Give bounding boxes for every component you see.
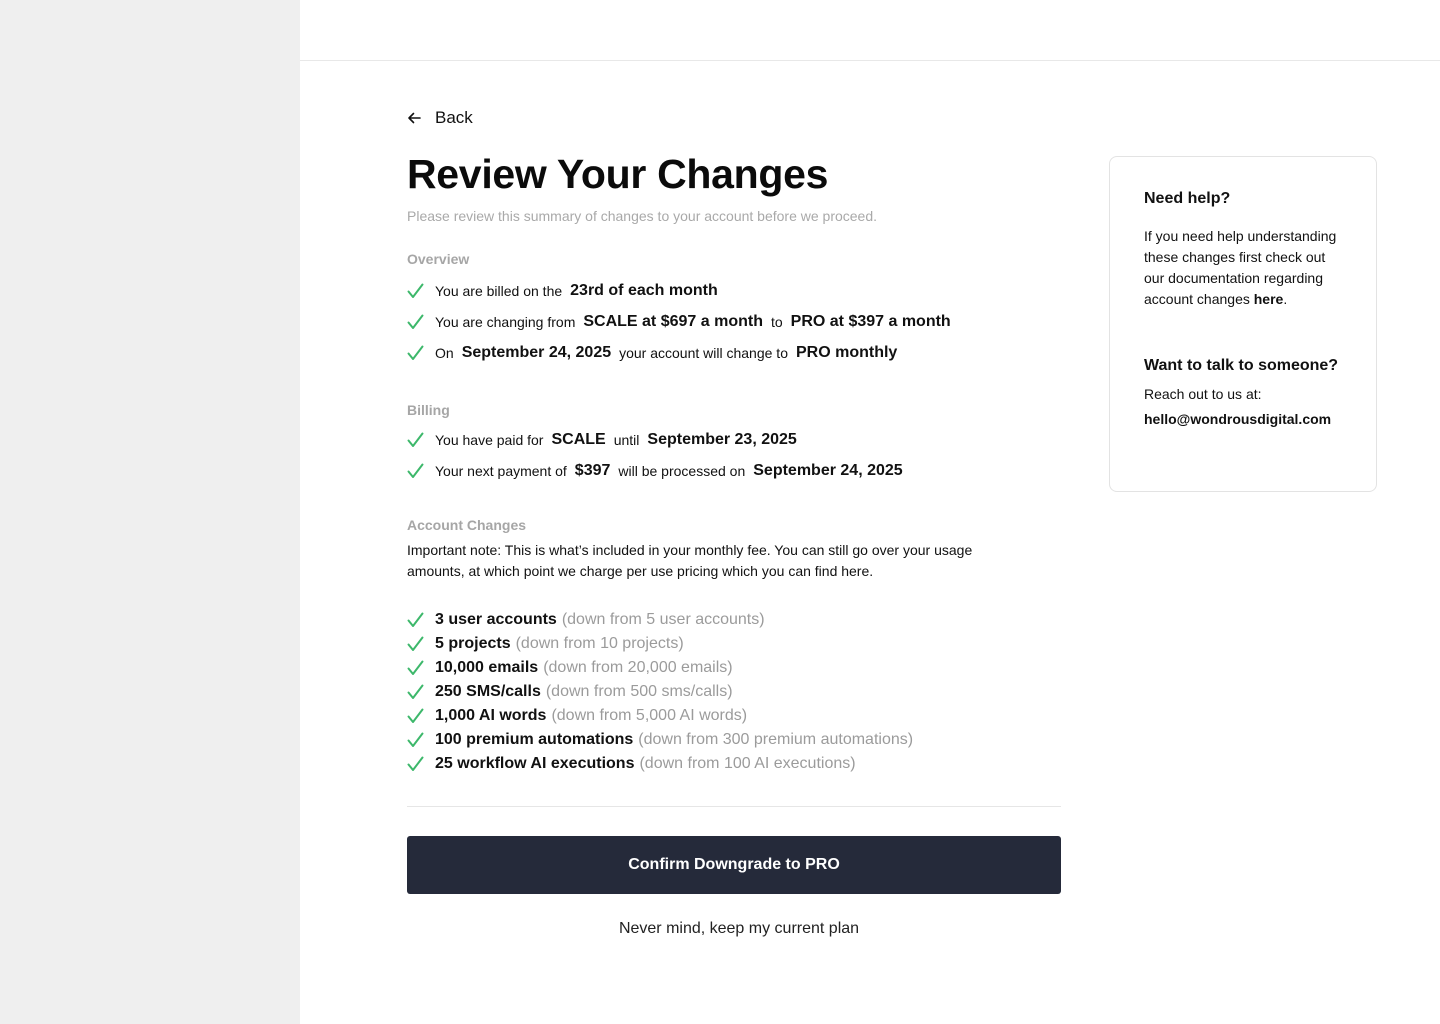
contact-text: Reach out to us at: [1144,386,1262,402]
back-label: Back [435,108,473,127]
usage-note: Important note: This is what’s included … [407,542,973,579]
feature-new-limit: 3 user accounts [435,611,557,628]
top-header-bar [300,0,1440,61]
feature-previous-limit: (down from 300 premium automations) [638,731,914,748]
row-text: to [770,313,783,330]
check-icon [407,314,435,330]
divider [407,806,1061,807]
overview-section-label: Overview [407,251,470,267]
feature-previous-limit: (down from 100 AI executions) [639,755,856,772]
feature-previous-limit: (down from 10 projects) [515,635,684,652]
list-item: 10,000 emails (down from 20,000 emails) [407,656,1067,680]
row-text: You are changing from [435,313,576,330]
list-item: 100 premium automations (down from 300 p… [407,728,1067,752]
check-icon [407,432,435,448]
feature-new-limit: 25 workflow AI executions [435,755,635,772]
review-changes-main: Back Review Your Changes Please review t… [407,100,1067,938]
row-text: your account will change to [619,344,788,361]
check-icon [407,732,435,748]
keep-current-plan-link[interactable]: Never mind, keep my current plan [407,920,1061,938]
row-text: Your next payment of [435,462,567,479]
feature-previous-limit: (down from 5,000 AI words) [551,707,748,724]
list-item: 1,000 AI words (down from 5,000 AI words… [407,704,1067,728]
confirm-downgrade-button[interactable]: Confirm Downgrade to PRO [407,836,1061,894]
billing-paid-row: You have paid for SCALE until September … [407,424,1067,455]
billing-next-payment-row: Your next payment of $397 will be proces… [407,455,1067,486]
list-item: 3 user accounts (down from 5 user accoun… [407,608,1067,632]
new-plan-value: PRO at $397 a month [790,312,951,330]
help-body: If you need help understanding these cha… [1144,226,1342,310]
billing-day-value: 23rd of each month [570,281,718,299]
help-title: Need help? [1144,190,1231,207]
billing-section-label: Billing [407,402,450,418]
check-icon [407,708,435,724]
check-icon [407,660,435,676]
back-link[interactable]: Back [407,100,1067,136]
check-icon [407,756,435,772]
paid-until-value: September 23, 2025 [647,430,797,448]
page-title: Review Your Changes [407,151,829,197]
list-item: 250 SMS/calls (down from 500 sms/calls) [407,680,1067,704]
check-icon [407,463,435,479]
overview-list: You are billed on the 23rd of each month… [407,275,1067,368]
contact-email-link[interactable]: hello@wondrousdigital.com [1144,410,1342,428]
feature-new-limit: 10,000 emails [435,659,539,676]
check-icon [407,684,435,700]
feature-new-limit: 1,000 AI words [435,707,547,724]
next-payment-amount: $397 [574,461,611,479]
effective-date-value: September 24, 2025 [461,343,612,361]
check-icon [407,636,435,652]
page-subtitle: Please review this summary of changes to… [407,208,878,224]
feature-previous-limit: (down from 5 user accounts) [561,611,765,628]
check-icon [407,283,435,299]
row-text: until [613,431,640,448]
check-icon [407,612,435,628]
feature-change-list: 3 user accounts (down from 5 user accoun… [407,608,1067,776]
feature-previous-limit: (down from 20,000 emails) [543,659,733,676]
overview-billing-date-row: You are billed on the 23rd of each month [407,275,1067,306]
contact-title: Want to talk to someone? [1144,357,1339,374]
overview-plan-change-row: You are changing from SCALE at $697 a mo… [407,306,1067,337]
check-icon [407,345,435,361]
arrow-left-icon [407,111,421,125]
current-plan-value: SCALE at $697 a month [583,312,763,330]
new-plan-name-value: PRO monthly [795,343,898,361]
next-payment-date: September 24, 2025 [753,461,903,479]
feature-new-limit: 100 premium automations [435,731,634,748]
paid-plan-value: SCALE [551,430,606,448]
feature-previous-limit: (down from 500 sms/calls) [545,683,733,700]
billing-list: You have paid for SCALE until September … [407,424,1067,486]
feature-new-limit: 250 SMS/calls [435,683,541,700]
help-body-period: . [1283,291,1288,307]
list-item: 25 workflow AI executions (down from 100… [407,752,1067,776]
left-sidebar-panel [0,0,300,1024]
row-text: You are billed on the [435,282,563,299]
help-body-text: If you need help understanding these cha… [1144,228,1337,307]
feature-new-limit: 5 projects [435,635,511,652]
help-card: Need help? If you need help understandin… [1109,156,1377,492]
account-changes-section-label: Account Changes [407,517,527,533]
row-text: will be processed on [618,462,746,479]
row-text: On [435,344,454,361]
list-item: 5 projects (down from 10 projects) [407,632,1067,656]
overview-effective-date-row: On September 24, 2025 your account will … [407,337,1067,368]
row-text: You have paid for [435,431,544,448]
documentation-link[interactable]: here [1254,291,1284,307]
